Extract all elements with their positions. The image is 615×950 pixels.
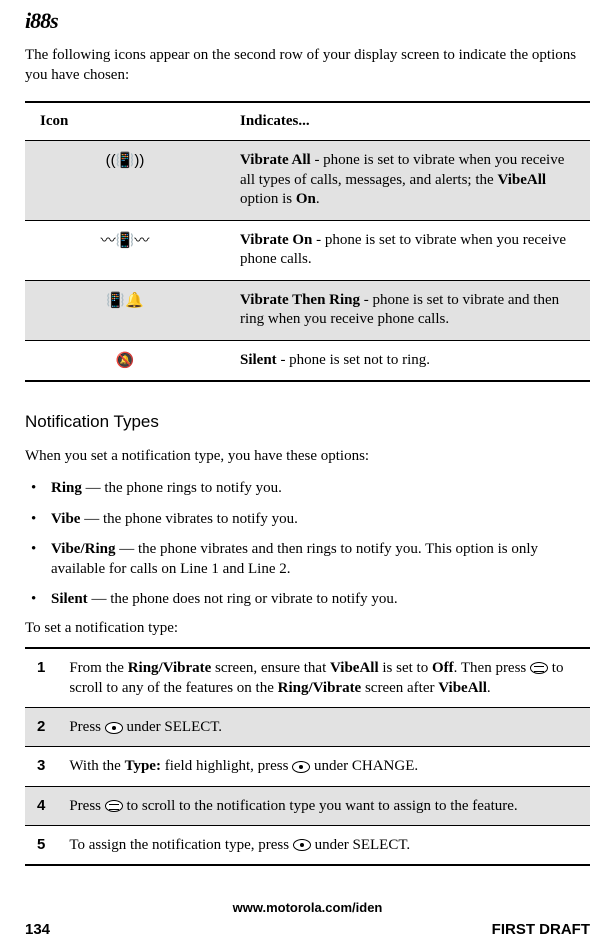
- list-item: Vibe — the phone vibrates to notify you.: [25, 509, 590, 529]
- select-button-icon: [105, 722, 123, 734]
- table-row: 4 Press to scroll to the notification ty…: [25, 786, 590, 825]
- list-item: Vibe/Ring — the phone vibrates and then …: [25, 539, 590, 580]
- step-text: Press under SELECT.: [57, 708, 590, 747]
- step-text: With the Type: field highlight, press un…: [57, 747, 590, 786]
- draft-label: FIRST DRAFT: [492, 921, 590, 938]
- step-number: 2: [25, 708, 57, 747]
- table-row: 🔕 Silent - phone is set not to ring.: [25, 340, 590, 381]
- icon-description: Vibrate On - phone is set to vibrate whe…: [225, 220, 590, 280]
- indicates-header: Indicates...: [225, 102, 590, 141]
- options-list: Ring — the phone rings to notify you. Vi…: [25, 478, 590, 609]
- section-heading: Notification Types: [25, 412, 590, 432]
- step-number: 4: [25, 786, 57, 825]
- scroll-button-icon: [530, 662, 548, 674]
- table-row: 1 From the Ring/Vibrate screen, ensure t…: [25, 648, 590, 708]
- steps-intro: To set a notification type:: [25, 620, 590, 637]
- table-row: 2 Press under SELECT.: [25, 708, 590, 747]
- section-intro: When you set a notification type, you ha…: [25, 446, 590, 466]
- table-row: 3 With the Type: field highlight, press …: [25, 747, 590, 786]
- table-row: 〰📳〰 Vibrate On - phone is set to vibrate…: [25, 220, 590, 280]
- vibrate-then-ring-icon: 📳🔔: [25, 280, 225, 340]
- step-number: 3: [25, 747, 57, 786]
- table-row: ((📳)) Vibrate All - phone is set to vibr…: [25, 141, 590, 221]
- scroll-button-icon: [105, 800, 123, 812]
- step-number: 5: [25, 825, 57, 865]
- select-button-icon: [292, 761, 310, 773]
- step-text: Press to scroll to the notification type…: [57, 786, 590, 825]
- table-row: 📳🔔 Vibrate Then Ring - phone is set to v…: [25, 280, 590, 340]
- silent-icon: 🔕: [25, 340, 225, 381]
- step-text: From the Ring/Vibrate screen, ensure tha…: [57, 648, 590, 708]
- vibrate-on-icon: 〰📳〰: [25, 220, 225, 280]
- footer-url: www.motorola.com/iden: [25, 900, 590, 915]
- list-item: Ring — the phone rings to notify you.: [25, 478, 590, 498]
- icon-meanings-table: Icon Indicates... ((📳)) Vibrate All - ph…: [25, 101, 590, 382]
- select-button-icon: [293, 839, 311, 851]
- step-text: To assign the notification type, press u…: [57, 825, 590, 865]
- step-number: 1: [25, 648, 57, 708]
- icon-description: Vibrate Then Ring - phone is set to vibr…: [225, 280, 590, 340]
- device-logo: i88s: [25, 8, 590, 34]
- icon-header: Icon: [25, 102, 225, 141]
- vibrate-all-icon: ((📳)): [25, 141, 225, 221]
- page-footer: www.motorola.com/iden 134 FIRST DRAFT: [25, 900, 590, 938]
- page-number: 134: [25, 921, 50, 938]
- icon-description: Vibrate All - phone is set to vibrate wh…: [225, 141, 590, 221]
- table-row: 5 To assign the notification type, press…: [25, 825, 590, 865]
- list-item: Silent — the phone does not ring or vibr…: [25, 589, 590, 609]
- icon-description: Silent - phone is set not to ring.: [225, 340, 590, 381]
- intro-paragraph: The following icons appear on the second…: [25, 46, 590, 85]
- steps-table: 1 From the Ring/Vibrate screen, ensure t…: [25, 647, 590, 867]
